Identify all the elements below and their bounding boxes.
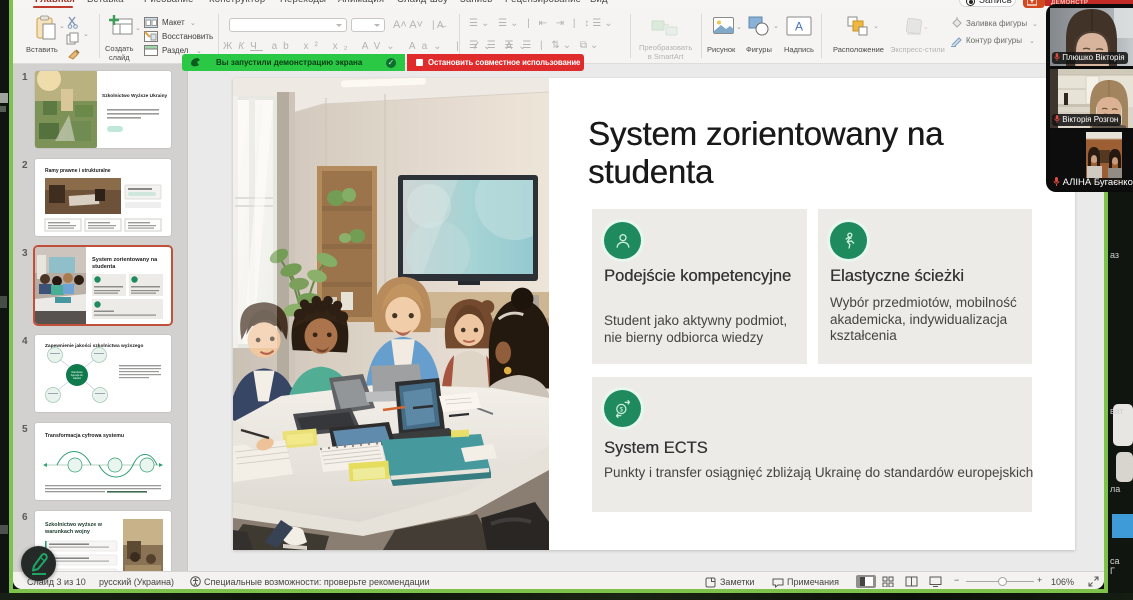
svg-text:warunkach wojny: warunkach wojny [44, 529, 90, 535]
svg-text:$: $ [619, 406, 623, 413]
svg-text:studenta: studenta [92, 264, 116, 270]
svg-text:Szkolnictwo Wyższe Ukrainy: Szkolnictwo Wyższe Ukrainy [102, 93, 168, 99]
svg-text:A: A [795, 20, 803, 34]
svg-text:Transformacja cyfrowa systemu: Transformacja cyfrowa systemu [45, 433, 124, 439]
svg-text:Jakości: Jakości [73, 377, 81, 380]
svg-text:Zapewnienie jakości szkolnictw: Zapewnienie jakości szkolnictwa wyższego [45, 343, 143, 349]
svg-text:Szkolnictwo wyższe w: Szkolnictwo wyższe w [45, 522, 103, 528]
svg-text:Ramy prawne i strukturalne: Ramy prawne i strukturalne [45, 168, 111, 174]
svg-text:System zorientowany na: System zorientowany na [92, 257, 158, 263]
